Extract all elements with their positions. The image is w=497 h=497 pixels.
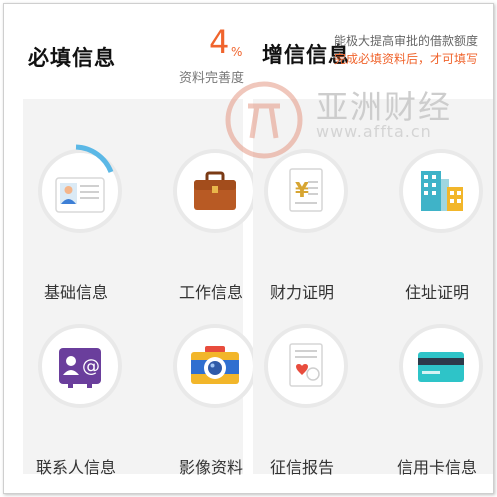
- card-contacts-info[interactable]: @ 联系人信息: [27, 324, 137, 484]
- card-address-proof[interactable]: 住址证明: [388, 149, 493, 309]
- work-info-label: 工作信息: [178, 283, 243, 302]
- work-info-circle: [173, 149, 257, 233]
- required-panel: 基础信息 工作信息 @ 联系人信息 影像资料: [23, 99, 257, 477]
- credit-card-info-label: 信用卡信息: [396, 458, 477, 477]
- image-materials-label: 影像资料: [178, 458, 243, 477]
- credit-card-icon: [418, 352, 464, 382]
- progress-percent: 4: [209, 23, 230, 61]
- briefcase-icon: [194, 171, 236, 210]
- contacts-info-label: 联系人信息: [35, 458, 116, 477]
- credit-report-circle: [264, 324, 348, 408]
- image-materials-circle: [173, 324, 257, 408]
- credit-report-label: 征信报告: [269, 458, 334, 477]
- address-proof-circle: [399, 149, 483, 233]
- building-icon: [421, 171, 463, 211]
- card-credit-card-info[interactable]: 信用卡信息: [388, 324, 493, 484]
- camera-icon: [191, 346, 239, 384]
- basic-info-label: 基础信息: [43, 283, 108, 302]
- income-proof-circle: ¥: [264, 149, 348, 233]
- income-proof-label: 财力证明: [269, 283, 334, 302]
- card-credit-report[interactable]: 征信报告: [253, 324, 363, 484]
- watermark-url: www.affta.cn: [316, 122, 432, 141]
- credit-report-icon: [289, 343, 323, 387]
- card-income-proof[interactable]: ¥ 财力证明: [253, 149, 363, 309]
- progress-arc: [75, 144, 114, 174]
- optional-warning-text: 完成必填资料后，才可填写: [334, 52, 479, 66]
- app-frame: 必填信息 4 % 资料完善度 增信信息 能极大提高审批的借款额度 完成必填资料后…: [3, 3, 494, 494]
- optional-hint-text: 能极大提高审批的借款额度: [334, 34, 479, 48]
- address-proof-label: 住址证明: [404, 283, 469, 302]
- contacts-icon: @: [59, 348, 101, 388]
- contacts-info-circle: @: [38, 324, 122, 408]
- svg-text:¥: ¥: [295, 178, 309, 202]
- card-basic-info[interactable]: 基础信息: [27, 144, 137, 309]
- credit-card-circle: [399, 324, 483, 408]
- svg-text:@: @: [82, 356, 100, 377]
- required-info-title: 必填信息: [28, 46, 116, 70]
- watermark-logo: [225, 81, 303, 159]
- percent-sign: %: [231, 45, 243, 59]
- income-document-icon: ¥: [289, 168, 323, 212]
